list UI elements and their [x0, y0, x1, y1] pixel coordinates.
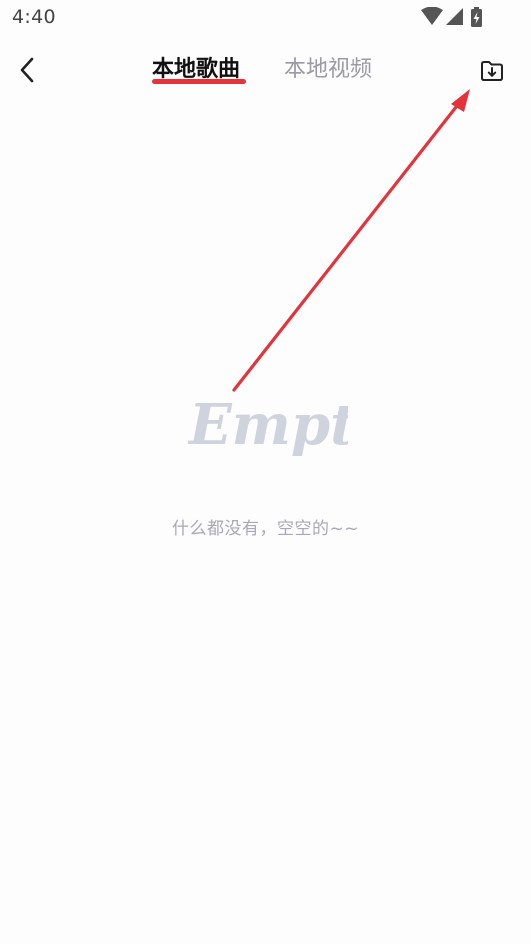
back-button[interactable] — [12, 54, 42, 86]
status-bar: 4:40 — [0, 0, 531, 36]
empty-illustration: Empty — [187, 392, 348, 458]
folder-download-button[interactable] — [478, 57, 506, 85]
header: 本地歌曲 本地视频 — [0, 40, 531, 100]
battery-charging-icon — [471, 7, 482, 27]
empty-message: 什么都没有，空空的~~ — [172, 519, 359, 539]
status-time: 4:40 — [12, 6, 56, 28]
signal-icon — [446, 8, 463, 25]
wifi-icon — [421, 7, 443, 25]
tab-local-videos[interactable]: 本地视频 — [284, 57, 372, 83]
chevron-left-icon — [20, 57, 34, 83]
status-icons — [421, 7, 482, 27]
folder-download-icon — [481, 61, 503, 81]
active-tab-indicator — [152, 79, 246, 84]
empty-illustration-text: Empty — [187, 392, 348, 458]
